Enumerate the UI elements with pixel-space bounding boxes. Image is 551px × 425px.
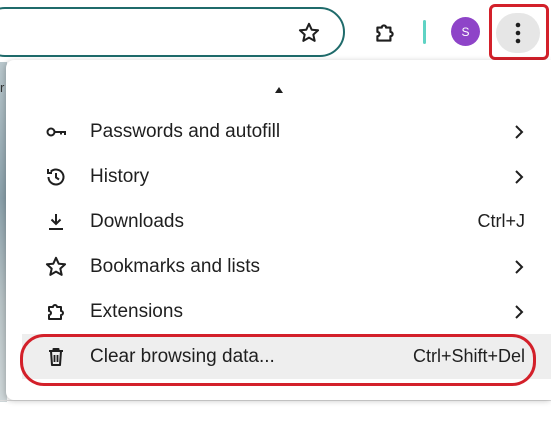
bookmark-star-button[interactable] xyxy=(292,16,326,50)
download-icon xyxy=(44,210,68,234)
menu-item-extensions[interactable]: Extensions xyxy=(22,289,551,334)
menu-item-clear-browsing-data[interactable]: Clear browsing data... Ctrl+Shift+Del xyxy=(22,334,551,379)
page-text-fragment: r xyxy=(0,80,5,95)
menu-item-bookmarks-and-lists[interactable]: Bookmarks and lists xyxy=(22,244,551,289)
chrome-menu-button[interactable] xyxy=(496,13,540,53)
star-icon xyxy=(44,255,68,279)
menu-item-passwords-and-autofill[interactable]: Passwords and autofill xyxy=(22,109,551,154)
history-icon xyxy=(44,165,68,189)
menu-item-label: Extensions xyxy=(90,300,183,322)
vertical-dots-icon xyxy=(515,22,521,44)
page-divider xyxy=(0,400,551,401)
menu-button-annotation xyxy=(489,4,549,60)
chevron-right-icon xyxy=(513,304,525,320)
menu-item-label: Bookmarks and lists xyxy=(90,255,261,277)
chevron-right-icon xyxy=(513,259,525,275)
chevron-right-icon xyxy=(513,124,525,140)
menu-item-label: Passwords and autofill xyxy=(90,120,281,142)
browser-toolbar: S xyxy=(0,0,551,60)
menu-item-label: Clear browsing data... xyxy=(90,345,275,367)
puzzle-icon xyxy=(376,24,394,42)
star-outline-icon xyxy=(298,22,320,42)
menu-item-label: History xyxy=(90,165,150,187)
menu-item-history[interactable]: History xyxy=(22,154,551,199)
key-icon xyxy=(44,120,68,144)
keyboard-shortcut: Ctrl+J xyxy=(477,211,525,231)
chrome-app-menu: Passwords and autofill History Downloads xyxy=(6,60,551,400)
menu-item-label: Downloads xyxy=(90,210,184,232)
puzzle-icon xyxy=(44,300,68,324)
menu-item-downloads[interactable]: Downloads Ctrl+J xyxy=(22,199,551,244)
keyboard-shortcut: Ctrl+Shift+Del xyxy=(412,346,525,366)
toolbar-divider xyxy=(423,20,426,44)
extensions-button[interactable] xyxy=(367,15,403,51)
scroll-up-arrow-icon[interactable] xyxy=(274,86,284,94)
trash-icon xyxy=(44,345,68,369)
chevron-right-icon xyxy=(513,169,525,185)
profile-avatar[interactable]: S xyxy=(451,17,480,46)
